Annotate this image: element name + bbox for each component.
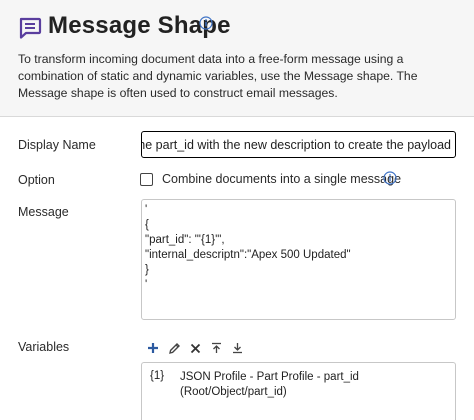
header: Message Shape To transform incoming docu… (0, 0, 474, 117)
message-line: "part_id": "'{1}'", (145, 234, 225, 246)
add-icon[interactable] (143, 339, 163, 357)
display-name-value: Combine the part_id with the new descrip… (142, 137, 451, 152)
edit-icon[interactable] (164, 339, 184, 357)
variable-key: {1} (150, 370, 165, 382)
message-label: Message (18, 205, 69, 219)
variables-list: {1} JSON Profile - Part Profile - part_i… (141, 362, 456, 420)
variable-profile: JSON Profile - Part Profile - part_id (180, 371, 359, 383)
variables-toolbar (143, 339, 248, 357)
variable-path: (Root/Object/part_id) (180, 386, 287, 398)
message-line: "internal_descriptn":"Apex 500 Updated" (145, 249, 351, 261)
variables-label: Variables (18, 340, 70, 354)
message-icon (19, 17, 42, 39)
move-bottom-icon[interactable] (227, 339, 247, 357)
message-line: } (145, 264, 149, 276)
message-line: ' (145, 204, 148, 216)
message-line: { (145, 219, 149, 231)
combine-documents-label[interactable]: Combine documents into a single message (162, 172, 401, 186)
move-top-icon[interactable] (206, 339, 226, 357)
variable-value: JSON Profile - Part Profile - part_id (R… (180, 370, 359, 400)
delete-icon[interactable] (185, 339, 205, 357)
message-textarea[interactable]: ' { "part_id": "'{1}'", "internal_descri… (141, 199, 456, 320)
description: To transform incoming document data into… (18, 52, 418, 100)
info-icon[interactable] (199, 16, 213, 30)
message-shape-panel: Message Shape To transform incoming docu… (0, 0, 474, 420)
display-name-label: Display Name (18, 138, 96, 152)
combine-documents-checkbox[interactable] (140, 173, 153, 186)
display-name-input[interactable]: Combine the part_id with the new descrip… (141, 131, 456, 158)
message-line: ' (145, 279, 148, 291)
info-icon[interactable] (383, 171, 397, 185)
option-label: Option (18, 173, 55, 187)
